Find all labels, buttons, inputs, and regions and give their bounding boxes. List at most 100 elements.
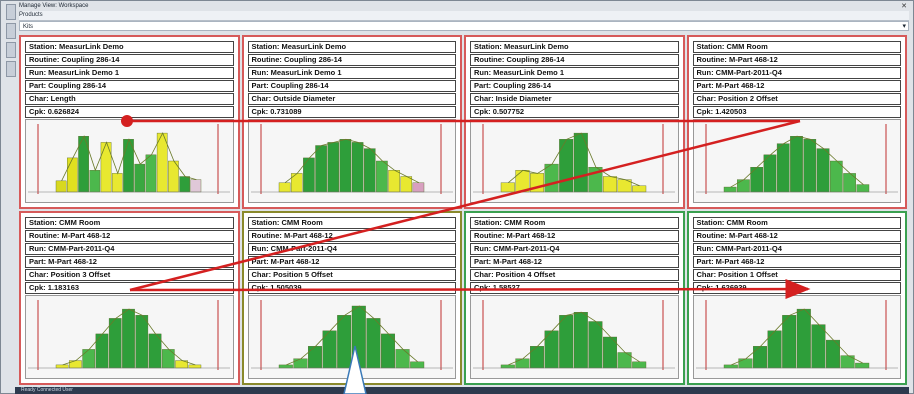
histogram-bar — [339, 139, 351, 193]
panel-cpk: Cpk: 1.183163 — [25, 282, 234, 294]
chevron-down-icon[interactable]: ▾ — [902, 22, 906, 32]
panel-part: Part: M-Part 468-12 — [470, 256, 679, 268]
panel-info: Station: MeasurLink Demo Routine: Couplin… — [25, 41, 234, 118]
panel-station: Station: CMM Room — [470, 217, 679, 229]
panel-char: Char: Outside Diameter — [247, 93, 456, 105]
histogram-svg — [695, 300, 898, 370]
panel-routine: Routine: M-Part 468-12 — [692, 54, 901, 66]
spc-panel[interactable]: Station: CMM Room Routine: M-Part 468-12 R… — [464, 211, 685, 385]
histogram-bar — [55, 180, 67, 193]
histogram-bar — [723, 186, 736, 193]
histogram-bar — [278, 364, 293, 369]
panel-char: Char: Length — [25, 93, 234, 105]
histogram-svg — [473, 300, 675, 370]
histogram-bar — [82, 349, 96, 369]
side-tab[interactable] — [6, 61, 16, 77]
pin-icon[interactable]: ✕ — [901, 2, 907, 11]
histogram-bar — [326, 142, 339, 193]
panel-cpk: Cpk: 1.505039 — [247, 282, 456, 294]
histogram-chart — [692, 119, 901, 203]
panel-cpk: Cpk: 1.420503 — [692, 106, 901, 118]
spc-panel[interactable]: Station: CMM Room Routine: M-Part 468-12 R… — [686, 211, 907, 385]
spc-panel[interactable]: Station: MeasurLink Demo Routine: Couplin… — [464, 35, 685, 209]
panel-station: Station: MeasurLink Demo — [247, 41, 456, 53]
histogram-bar — [500, 182, 515, 193]
panel-info: Station: CMM Room Routine: M-Part 468-12 R… — [692, 41, 901, 118]
histogram-bar — [123, 139, 134, 193]
panel-routine: Routine: Coupling 286-14 — [25, 54, 234, 66]
histogram-bar — [559, 139, 574, 193]
histogram-bar — [292, 358, 307, 369]
panel-char: Char: Position 2 Offset — [692, 93, 901, 105]
histogram-bar — [314, 145, 327, 193]
panel-station: Station: CMM Room — [25, 217, 234, 229]
histogram-bar — [588, 167, 603, 193]
panel-cpk: Cpk: 0.731089 — [247, 106, 456, 118]
panel-cpk: Cpk: 1.626939 — [692, 282, 901, 294]
products-bar: Products — [19, 11, 909, 21]
spc-panel[interactable]: Station: MeasurLink Demo Routine: Couplin… — [19, 35, 240, 209]
histogram-bar — [723, 364, 738, 369]
histogram-chart — [247, 119, 456, 203]
panel-info: Station: CMM Room Routine: M-Part 468-12 R… — [247, 217, 456, 294]
histogram-bar — [111, 173, 123, 193]
spc-panel[interactable]: Station: CMM Room Routine: M-Part 468-12 R… — [686, 35, 907, 209]
histogram-bar — [375, 160, 388, 193]
histogram-bar — [307, 346, 322, 369]
histogram-bar — [816, 148, 829, 193]
panel-run: Run: CMM-Part-2011-Q4 — [692, 243, 901, 255]
kit-filter-select[interactable]: Kits ▾ — [19, 21, 909, 31]
histogram-bar — [363, 148, 376, 193]
histogram-bar — [156, 132, 168, 193]
histogram-bar — [145, 154, 157, 193]
panel-routine: Routine: Coupling 286-14 — [470, 54, 679, 66]
histogram-bar — [763, 154, 776, 193]
histogram-bar — [380, 333, 395, 369]
panel-routine: Routine: M-Part 468-12 — [692, 230, 901, 242]
panel-part: Part: Coupling 286-14 — [25, 80, 234, 92]
spc-panel[interactable]: Station: MeasurLink Demo Routine: Couplin… — [241, 35, 462, 209]
histogram-bar — [796, 308, 811, 369]
histogram-bar — [336, 315, 351, 369]
histogram-bar — [530, 173, 545, 193]
panel-run: Run: CMM-Part-2011-Q4 — [247, 243, 456, 255]
panel-run: Run: CMM-Part-2011-Q4 — [692, 67, 901, 79]
histogram-bar — [829, 160, 843, 193]
panel-station: Station: MeasurLink Demo — [25, 41, 234, 53]
panel-part: Part: M-Part 468-12 — [692, 256, 901, 268]
histogram-svg — [28, 300, 230, 370]
histogram-bar — [122, 308, 135, 369]
histogram-bar — [135, 315, 149, 369]
histogram-bar — [148, 333, 162, 369]
histogram-bar — [190, 179, 202, 193]
panel-part: Part: M-Part 468-12 — [247, 256, 456, 268]
histogram-bar — [530, 346, 545, 369]
histogram-bar — [188, 364, 202, 369]
histogram-bar — [854, 362, 869, 369]
histogram-bar — [573, 132, 588, 193]
spc-panel[interactable]: Station: CMM Room Routine: M-Part 468-12 R… — [19, 211, 240, 385]
histogram-bar — [632, 361, 647, 369]
panel-info: Station: MeasurLink Demo Routine: Couplin… — [470, 41, 679, 118]
histogram-bar — [351, 305, 366, 369]
side-tab[interactable] — [6, 42, 16, 58]
histogram-svg — [28, 124, 230, 194]
histogram-bar — [544, 163, 559, 193]
histogram-bar — [602, 176, 617, 193]
status-bar: Ready Connected User — [15, 387, 909, 394]
side-tab[interactable] — [6, 4, 16, 20]
histogram-bar — [802, 139, 816, 193]
spc-panel[interactable]: Station: CMM Room Routine: M-Part 468-12 R… — [241, 211, 462, 385]
histogram-bar — [632, 185, 647, 193]
histogram-bar — [559, 315, 574, 369]
panel-run: Run: MeasurLink Demo 1 — [25, 67, 234, 79]
panel-routine: Routine: M-Part 468-12 — [25, 230, 234, 242]
histogram-bar — [395, 349, 410, 369]
histogram-bar — [290, 173, 303, 193]
app-window: Manage View: Workspace ✕ Products Kits ▾… — [0, 0, 914, 394]
panel-station: Station: CMM Room — [692, 217, 901, 229]
histogram-bar — [500, 364, 515, 369]
panel-info: Station: CMM Room Routine: M-Part 468-12 R… — [25, 217, 234, 294]
side-tab[interactable] — [6, 23, 16, 39]
kit-filter-value: Kits — [23, 24, 34, 30]
